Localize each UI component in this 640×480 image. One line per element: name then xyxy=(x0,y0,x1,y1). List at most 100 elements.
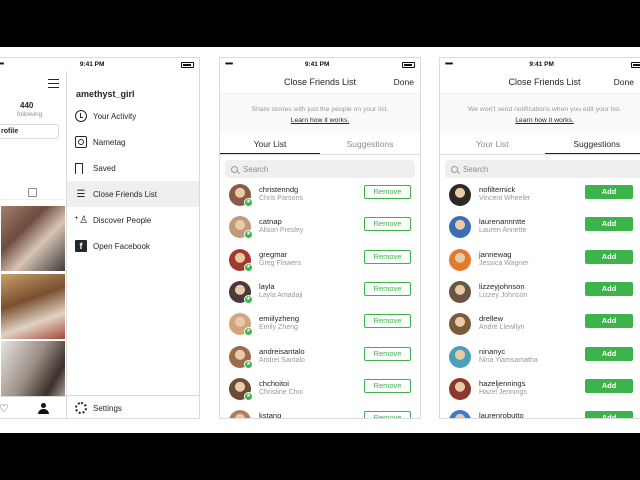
avatar[interactable] xyxy=(449,248,471,271)
tab-suggestions[interactable]: Suggestions xyxy=(320,133,420,154)
close-friend-badge-icon: ★ xyxy=(244,359,253,369)
close-friend-badge-icon: ★ xyxy=(244,327,253,337)
menu-item-your-activity[interactable]: Your Activity xyxy=(67,103,199,129)
avatar[interactable] xyxy=(449,410,471,418)
following-label[interactable]: following xyxy=(17,111,42,118)
avatar[interactable] xyxy=(449,345,471,368)
add-button[interactable]: Add xyxy=(585,378,633,393)
info-banner: Share stories with just the people on yo… xyxy=(220,94,420,133)
post-thumbnail[interactable] xyxy=(1,206,65,271)
info-text: Share stories with just the people on yo… xyxy=(251,106,389,113)
battery-icon xyxy=(181,61,194,68)
menu-item-label: Your Activity xyxy=(93,111,137,121)
full-name: Lizzey Johnson xyxy=(479,291,528,299)
remove-button[interactable]: Remove xyxy=(364,411,411,418)
search-icon xyxy=(451,165,458,173)
profile-icon[interactable] xyxy=(38,403,49,415)
tagged-tab[interactable] xyxy=(0,186,66,200)
full-name: André Llewllyn xyxy=(479,324,525,332)
profile-menu-phone: ••••• 9:41 PM 440 rs following rofile ♡ … xyxy=(0,57,200,419)
done-button[interactable]: Done xyxy=(614,77,634,87)
username: laurenrobutto xyxy=(479,411,524,419)
tab-your-list[interactable]: Your List xyxy=(220,133,320,154)
menu-item-nametag[interactable]: Nametag xyxy=(67,129,199,155)
learn-more-link[interactable]: Learn how it works. xyxy=(220,115,420,126)
add-button[interactable]: Add xyxy=(585,411,633,418)
avatar[interactable] xyxy=(449,216,471,239)
menu-item-close-friends[interactable]: ☰ Close Friends List xyxy=(67,181,199,207)
edit-profile-button[interactable]: rofile xyxy=(0,124,59,139)
status-time: 9:41 PM xyxy=(529,61,554,68)
add-button[interactable]: Add xyxy=(585,346,633,361)
settings-button[interactable]: Settings xyxy=(67,395,199,418)
add-button[interactable]: Add xyxy=(585,185,633,199)
status-time: 9:41 PM xyxy=(79,61,105,68)
search-input[interactable]: Search xyxy=(225,160,415,178)
tab-your-list[interactable]: Your List xyxy=(440,133,545,154)
list-item: ★ catnap Alison Presley Remove xyxy=(220,212,420,244)
username: hazeljennings xyxy=(479,378,526,388)
screenshot-stage: ••••• 9:41 PM 440 rs following rofile ♡ … xyxy=(0,47,640,433)
menu-item-label: Open Facebook xyxy=(93,241,150,251)
username: andreisantalo xyxy=(259,346,305,356)
add-button[interactable]: Add xyxy=(585,249,633,264)
list-tabs: Your List Suggestions xyxy=(220,133,420,155)
hamburger-menu-icon[interactable] xyxy=(48,79,59,88)
list-item: laurenannntte Lauren Annette Add xyxy=(440,212,640,244)
avatar[interactable] xyxy=(449,377,471,400)
remove-button[interactable]: Remove xyxy=(364,378,411,393)
screen-header: Close Friends List Done xyxy=(220,71,420,94)
side-menu: amethyst_girl Your Activity Nametag Save… xyxy=(66,71,199,418)
add-button[interactable]: Add xyxy=(585,281,633,296)
suggestions-phone: ••••• 9:41 PM Close Friends List Done We… xyxy=(439,57,640,419)
avatar[interactable] xyxy=(229,410,251,418)
avatar[interactable] xyxy=(449,280,471,303)
search-placeholder: Search xyxy=(243,164,269,174)
avatar[interactable] xyxy=(449,313,471,336)
bottom-nav: ♡ xyxy=(0,396,66,418)
close-friend-badge-icon: ★ xyxy=(244,391,253,401)
username: gregmar xyxy=(259,249,288,259)
full-name: Emily Zheng xyxy=(259,324,298,332)
remove-button[interactable]: Remove xyxy=(364,217,411,232)
screen-title: Close Friends List xyxy=(283,77,357,87)
status-bar: ••••• 9:41 PM xyxy=(220,58,420,71)
add-person-icon: ⁺♙ xyxy=(73,214,89,226)
menu-item-discover-people[interactable]: ⁺♙ Discover People xyxy=(67,207,199,233)
close-friend-badge-icon: ★ xyxy=(244,230,253,240)
list-item: jannewag Jessica Wagner Add xyxy=(440,245,640,277)
full-name: Vincent Wheeler xyxy=(479,195,531,202)
facebook-icon: f xyxy=(75,240,87,252)
screen-title: Close Friends List xyxy=(508,77,581,87)
menu-item-saved[interactable]: Saved xyxy=(67,155,199,181)
list-item: ★ chchoitoi Christine Choi Remove xyxy=(220,374,420,406)
menu-item-open-facebook[interactable]: f Open Facebook xyxy=(67,233,199,259)
remove-button[interactable]: Remove xyxy=(364,281,411,296)
remove-button[interactable]: Remove xyxy=(364,249,411,264)
menu-username: amethyst_girl xyxy=(76,89,135,99)
remove-button[interactable]: Remove xyxy=(364,185,411,199)
full-name: Christine Choi xyxy=(259,388,303,396)
avatar[interactable] xyxy=(449,184,471,206)
search-input[interactable]: Search xyxy=(445,160,640,178)
add-button[interactable]: Add xyxy=(585,314,633,329)
add-button[interactable]: Add xyxy=(585,217,633,232)
remove-button[interactable]: Remove xyxy=(364,346,411,361)
post-thumbnail[interactable] xyxy=(1,274,65,339)
remove-button[interactable]: Remove xyxy=(364,314,411,329)
username: catnap xyxy=(259,217,282,227)
following-count: 440 xyxy=(20,101,34,110)
heart-icon[interactable]: ♡ xyxy=(0,404,9,415)
full-name: Greg Flowers xyxy=(259,259,302,267)
list-item: ★ christenndg Chris Parsons Remove xyxy=(220,180,420,212)
list-item: ninanyc Nina Yiamsamatha Add xyxy=(440,342,640,374)
full-name: Alison Presley xyxy=(259,227,304,235)
done-button[interactable]: Done xyxy=(394,77,414,87)
close-friend-badge-icon: ★ xyxy=(244,262,253,272)
tab-suggestions[interactable]: Suggestions xyxy=(544,133,640,154)
username: jannewag xyxy=(479,249,512,259)
status-bar: ••••• 9:41 PM xyxy=(0,58,199,71)
info-text: We won't send notifications when you edi… xyxy=(467,106,622,113)
learn-more-link[interactable]: Learn how it works. xyxy=(440,115,640,126)
username: ninanyc xyxy=(479,346,506,356)
